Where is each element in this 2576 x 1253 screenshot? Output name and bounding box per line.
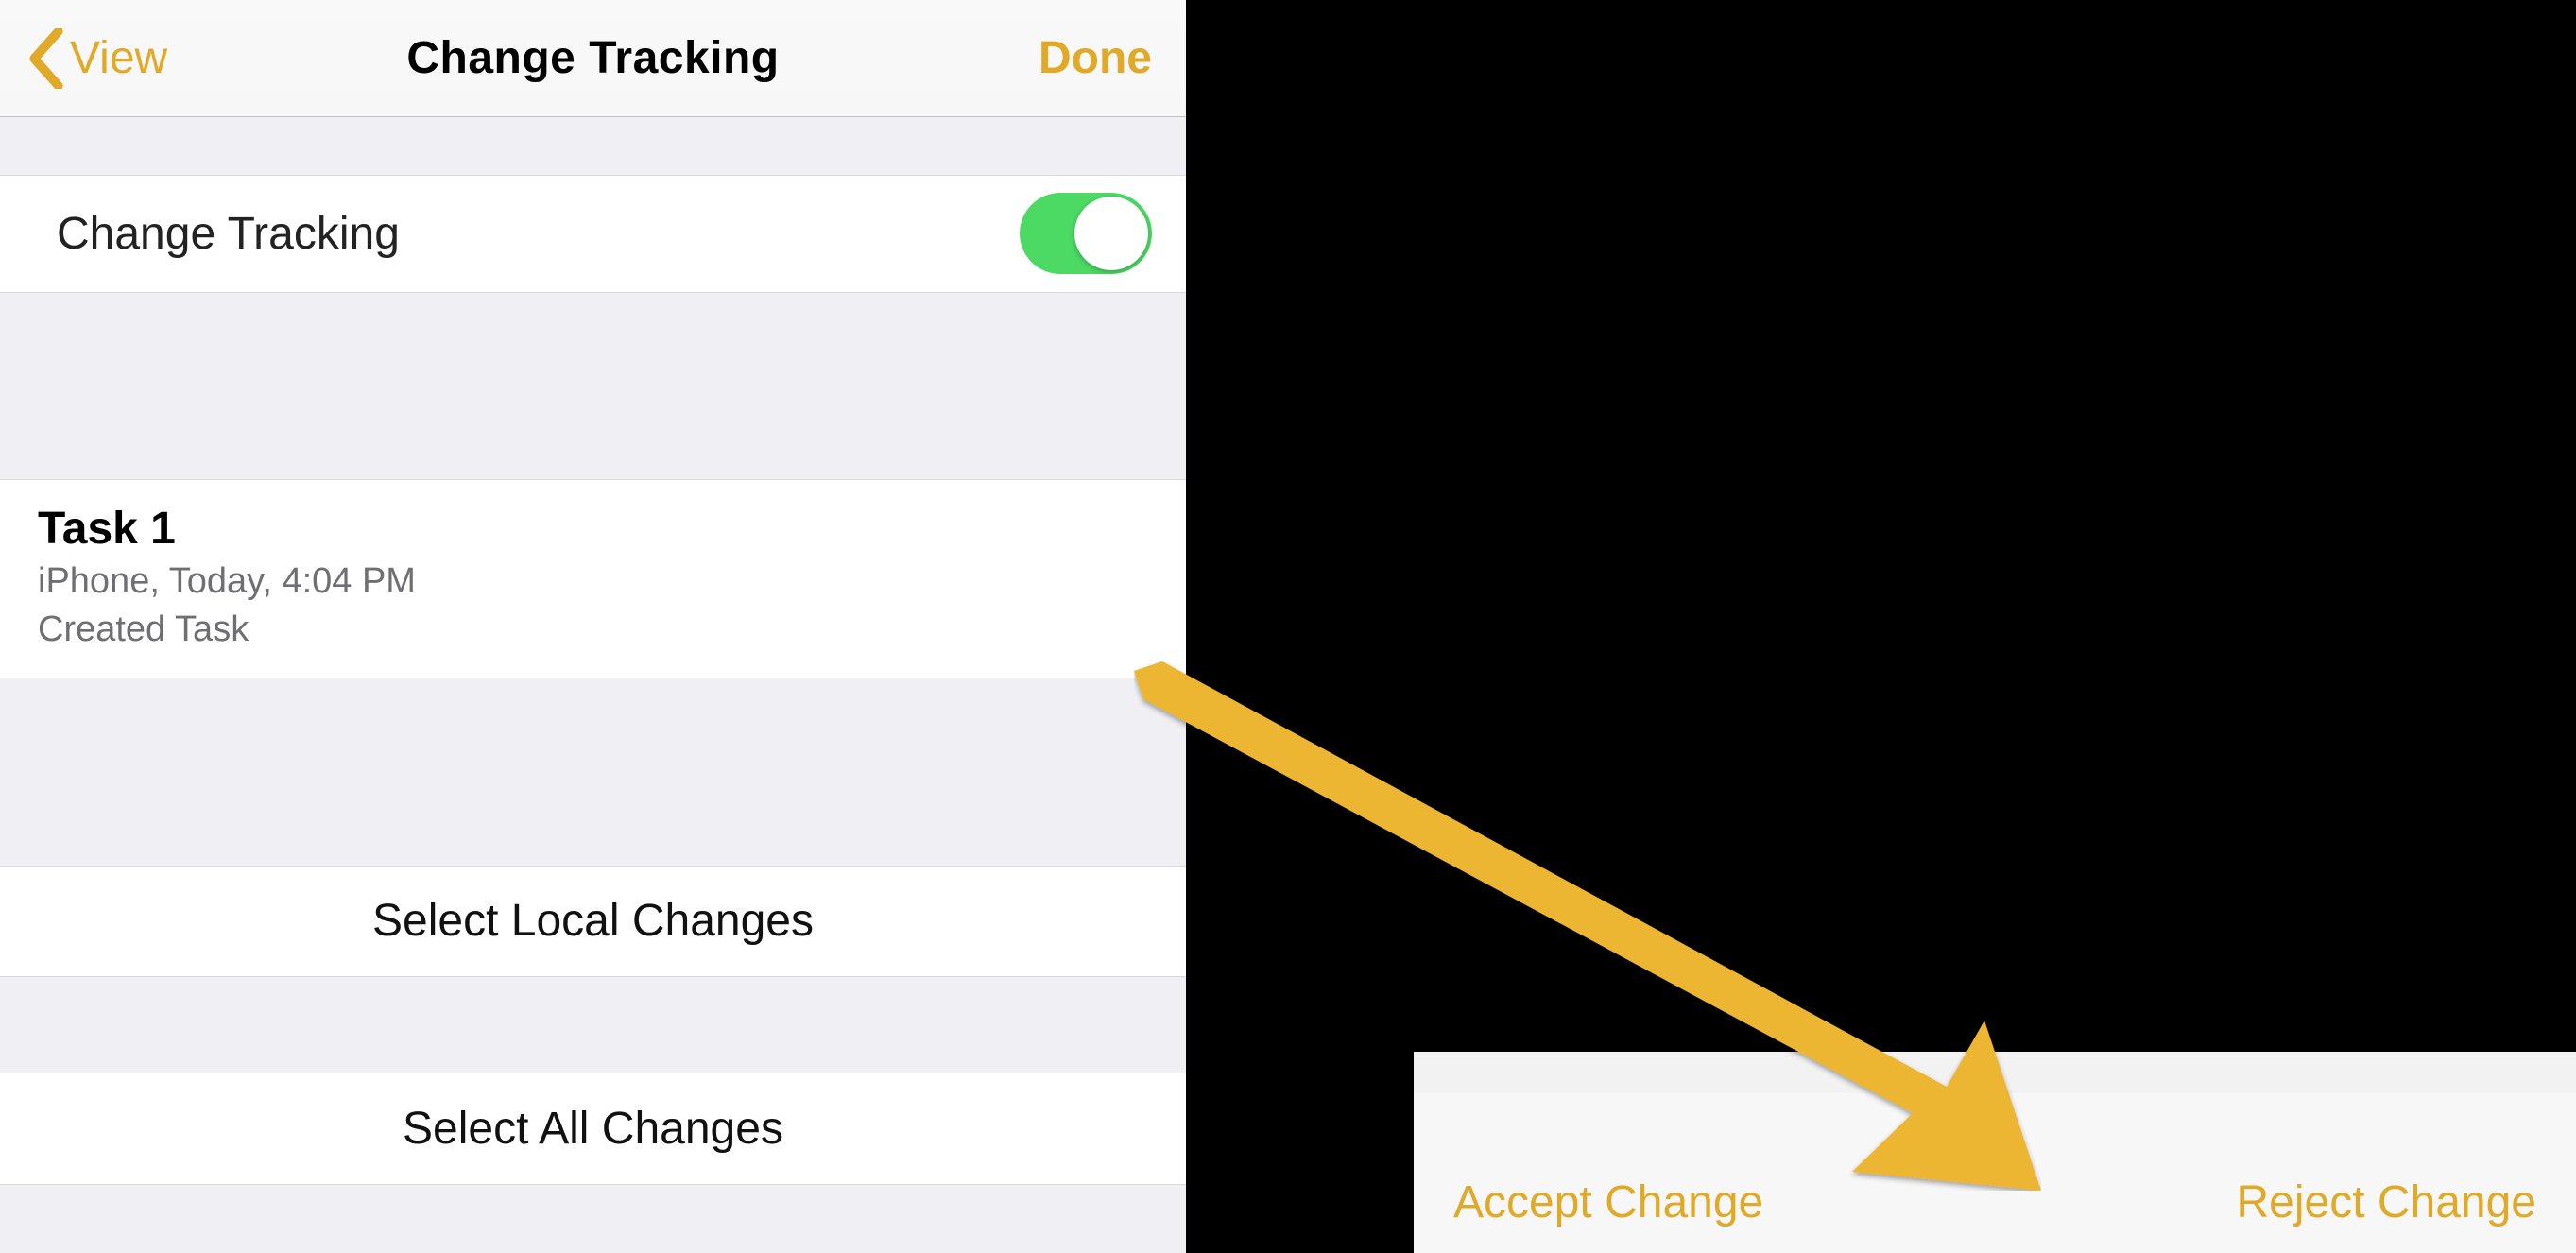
- change-tracking-toggle[interactable]: [1020, 193, 1152, 274]
- change-item-desc: Created Task: [38, 606, 1148, 653]
- navbar: View Change Tracking Done: [0, 0, 1186, 117]
- change-tracking-toggle-label: Change Tracking: [57, 208, 400, 260]
- spacer: [0, 977, 1186, 1073]
- change-item[interactable]: Task 1 iPhone, Today, 4:04 PM Created Ta…: [0, 479, 1186, 678]
- change-item-title: Task 1: [38, 501, 1148, 558]
- back-button-label: View: [70, 32, 167, 84]
- spacer: [0, 1185, 1186, 1253]
- select-all-changes-button[interactable]: Select All Changes: [0, 1073, 1186, 1185]
- change-tracking-panel: View Change Tracking Done Change Trackin…: [0, 0, 1186, 1253]
- navbar-title: Change Tracking: [406, 32, 779, 84]
- change-item-meta: iPhone, Today, 4:04 PM: [38, 558, 1148, 605]
- spacer: [0, 117, 1186, 175]
- accept-change-button[interactable]: Accept Change: [1453, 1176, 1763, 1228]
- select-all-changes-label: Select All Changes: [403, 1103, 783, 1155]
- select-local-changes-label: Select Local Changes: [372, 895, 814, 947]
- spacer: [0, 678, 1186, 866]
- spacer: [0, 293, 1186, 480]
- reject-change-button[interactable]: Reject Change: [2236, 1176, 2536, 1228]
- done-button-label: Done: [1039, 32, 1152, 84]
- select-local-changes-button[interactable]: Select Local Changes: [0, 866, 1186, 978]
- back-button[interactable]: View: [26, 0, 167, 116]
- done-button[interactable]: Done: [1039, 0, 1152, 116]
- chevron-left-icon: [26, 28, 66, 89]
- change-action-toolbar: Accept Change Reject Change: [1414, 1092, 2576, 1253]
- toggle-knob: [1074, 197, 1148, 270]
- change-tracking-toggle-row: Change Tracking: [0, 175, 1186, 292]
